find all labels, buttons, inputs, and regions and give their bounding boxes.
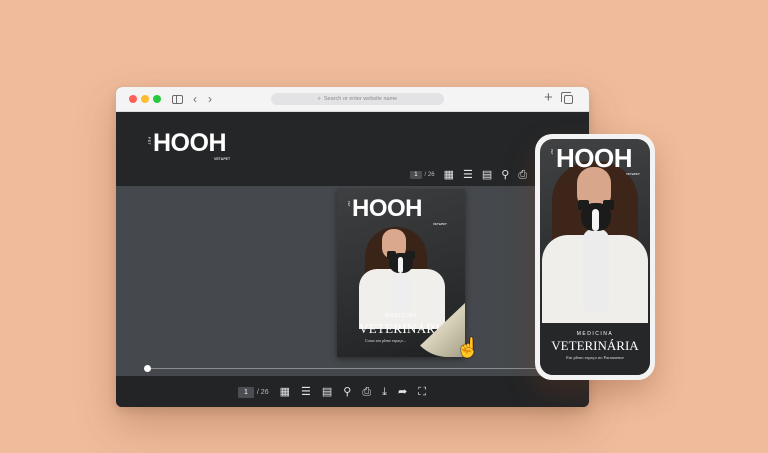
page-number-input[interactable]: 1 xyxy=(238,386,254,398)
phone-kicker: MEDICINA xyxy=(576,331,614,337)
logo-side-text: PET xyxy=(147,137,151,146)
back-icon[interactable]: ‹ xyxy=(193,92,197,106)
hand-cursor-icon: ☝ xyxy=(456,338,480,359)
phone-title: VETERINÁRIA xyxy=(551,338,639,353)
minimize-window-button[interactable] xyxy=(141,95,149,103)
phone-logo-side: PET xyxy=(550,149,554,155)
page-slider-thumb[interactable] xyxy=(144,365,151,372)
cover-tagline: Como seu pleno espaço... xyxy=(365,338,406,343)
logo-subtitle: VET&PET xyxy=(214,157,231,161)
table-of-contents-icon[interactable]: ☰ xyxy=(301,386,311,398)
cover-logo: HOOH xyxy=(352,195,423,222)
forward-icon[interactable]: › xyxy=(208,92,212,106)
sidebar-toggle-icon[interactable] xyxy=(172,95,183,104)
download-icon[interactable]: ⤓ xyxy=(382,386,387,398)
table-of-contents-icon[interactable]: ☰ xyxy=(463,169,473,181)
phone-mockup: PET HOOH VET&PET MEDICINA VETERINÁRIA Em… xyxy=(535,134,655,380)
chapters-icon[interactable]: ▤ xyxy=(482,169,492,181)
chapters-icon[interactable]: ▤ xyxy=(322,386,332,398)
tabs-overview-icon[interactable] xyxy=(561,92,573,104)
cover-logo-side: PET xyxy=(347,201,351,207)
address-bar[interactable]: ⌕ Search or enter website name xyxy=(271,93,444,105)
thumbnails-icon[interactable]: ▦ xyxy=(444,169,454,181)
publication-logo: HOOH xyxy=(153,129,227,157)
phone-screen[interactable]: PET HOOH VET&PET MEDICINA VETERINÁRIA Em… xyxy=(540,139,650,375)
page-number-input[interactable]: 1 xyxy=(410,171,422,179)
cover-kicker: MEDICINA xyxy=(385,313,418,319)
top-toolbar: 1 / 26 ▦ ☰ ▤ ⚲ ⎙ ⤓ xyxy=(410,169,541,181)
close-window-button[interactable] xyxy=(129,95,137,103)
search-icon[interactable]: ⚲ xyxy=(343,386,351,398)
page-slider-track[interactable] xyxy=(146,368,566,369)
phone-logo: HOOH xyxy=(556,143,633,173)
phone-tagline: Em pleno espaço no Paranaense xyxy=(566,355,624,360)
new-tab-icon[interactable]: + xyxy=(544,90,553,105)
share-icon[interactable]: ➦ xyxy=(398,386,407,398)
cover-logo-subtitle: VET&PET xyxy=(433,222,447,226)
search-icon: ⌕ xyxy=(317,95,321,102)
thumbnails-icon[interactable]: ▦ xyxy=(280,386,290,398)
cover-photo-dog xyxy=(387,251,415,317)
bottom-toolbar: 1 / 26 ▦ ☰ ▤ ⚲ ⎙ ⤓ ➦ ⛶ xyxy=(238,386,426,398)
phone-logo-subtitle: VET&PET xyxy=(626,172,640,176)
page-total: / 26 xyxy=(256,388,269,396)
browser-titlebar: ‹ › ⌕ Search or enter website name + xyxy=(116,87,589,112)
address-placeholder: Search or enter website name xyxy=(323,96,398,102)
fullscreen-icon[interactable]: ⛶ xyxy=(418,386,426,398)
search-icon[interactable]: ⚲ xyxy=(501,169,509,181)
page-total: / 26 xyxy=(424,172,435,178)
maximize-window-button[interactable] xyxy=(153,95,161,103)
print-icon[interactable]: ⎙ xyxy=(518,169,527,181)
phone-photo-dog xyxy=(578,200,614,315)
print-icon[interactable]: ⎙ xyxy=(362,386,371,398)
